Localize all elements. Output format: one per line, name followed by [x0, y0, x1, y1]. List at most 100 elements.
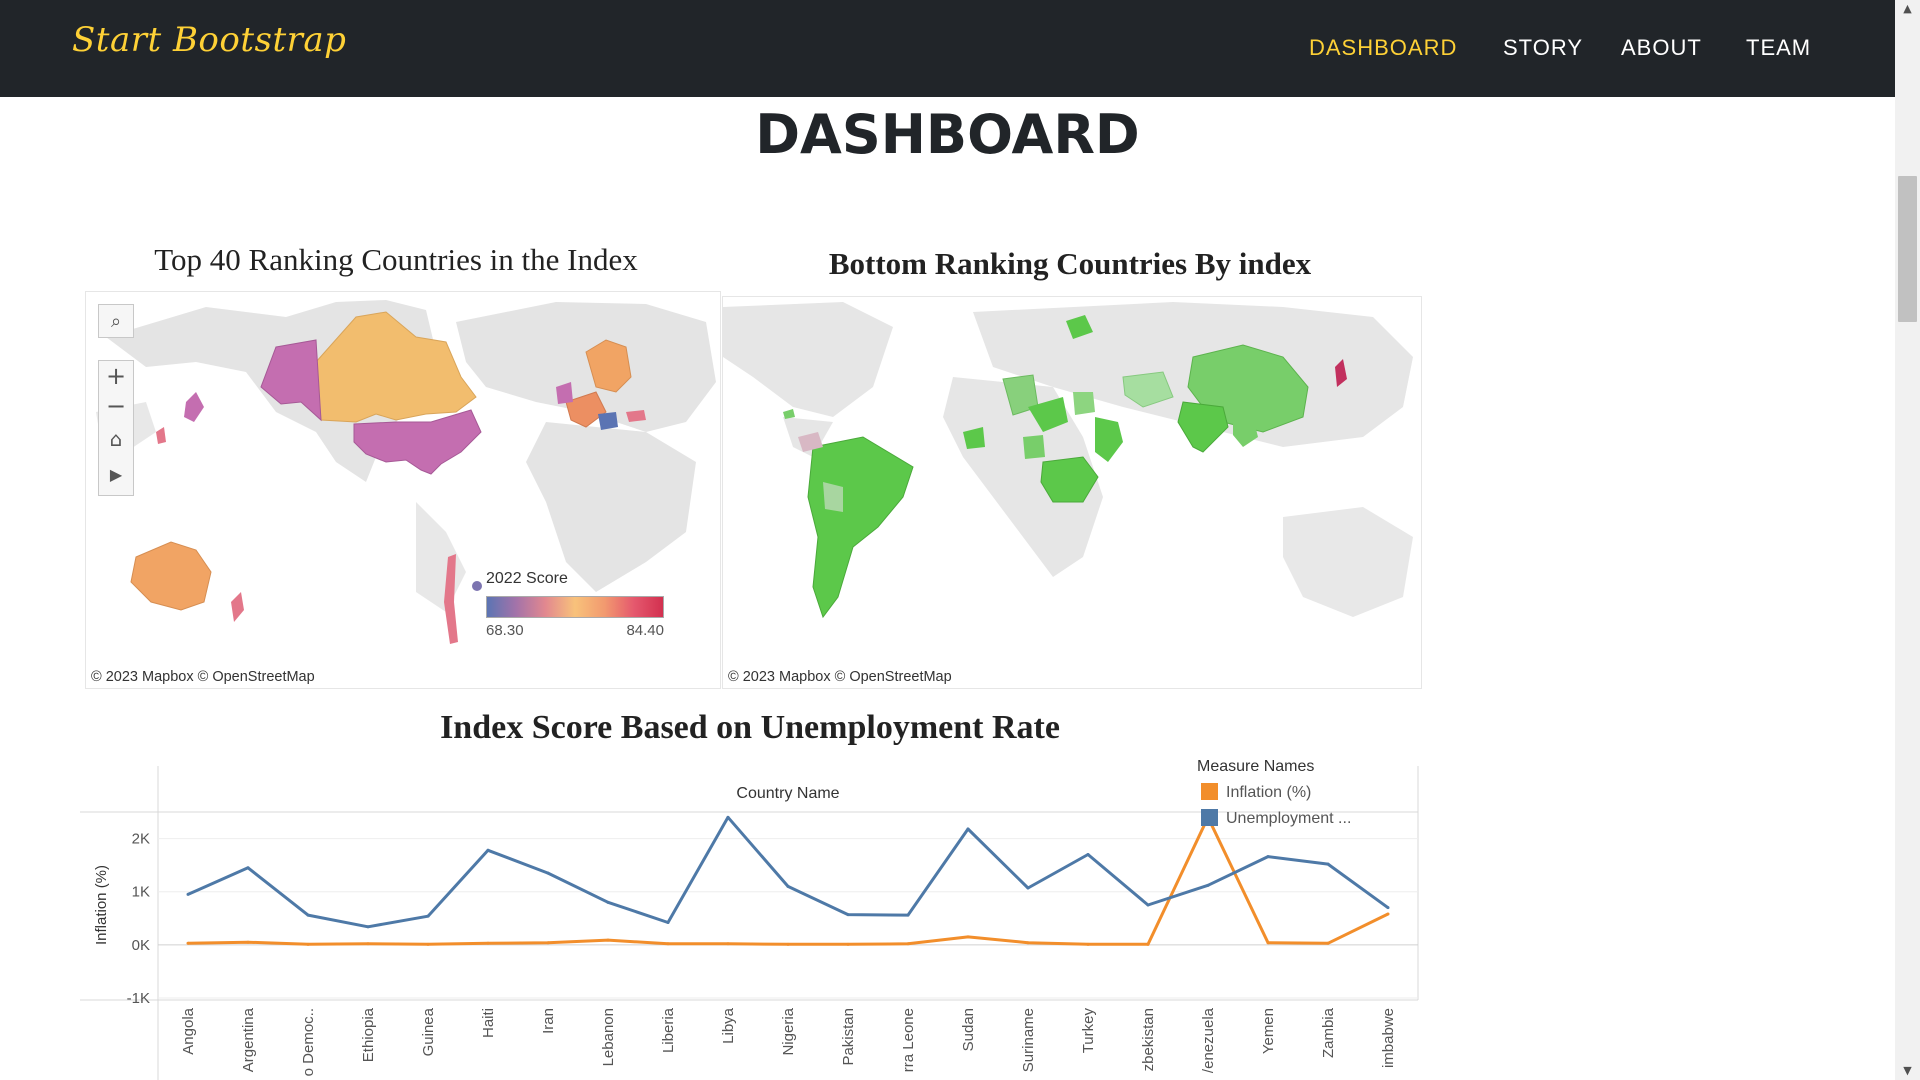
data-point [606, 938, 610, 942]
data-point [966, 935, 970, 939]
x-tick-label: Nigeria [780, 1007, 797, 1055]
data-point [246, 940, 250, 944]
legend-min: 68.30 [486, 622, 524, 639]
x-tick-label: Guinea [420, 1007, 437, 1056]
data-point [906, 942, 910, 946]
y-tick-label: -1K [127, 990, 150, 1007]
data-point [1146, 942, 1150, 946]
x-tick-label: Lebanon [600, 1008, 617, 1066]
x-tick-label: Yemen [1260, 1008, 1277, 1054]
legend-gradient [486, 596, 664, 618]
x-tick-label: Haiti [480, 1008, 497, 1038]
nav-link-dashboard[interactable]: DASHBOARD [1309, 35, 1457, 61]
x-tick-label: Argentina [240, 1007, 257, 1072]
data-point [306, 913, 310, 917]
x-tick-label: Turkey [1080, 1008, 1097, 1054]
data-point [546, 871, 550, 875]
series-line [187, 815, 1389, 946]
legend-label: Inflation (%) [1226, 784, 1312, 801]
data-point [426, 942, 430, 946]
data-point [426, 914, 430, 918]
scroll-down-icon[interactable]: ▼ [1895, 1062, 1920, 1080]
data-point [486, 941, 490, 945]
chart-legend: Measure Names Inflation (%) Unemployment… [1197, 758, 1351, 828]
data-point [366, 925, 370, 929]
legend-swatch [1201, 783, 1218, 800]
scroll-up-icon[interactable]: ▲ [1895, 0, 1920, 18]
data-point [1326, 862, 1330, 866]
scrollbar-thumb[interactable] [1898, 176, 1917, 322]
map-attribution[interactable]: © 2023 Mapbox © OpenStreetMap [91, 669, 315, 685]
nav-link-story[interactable]: STORY [1503, 35, 1583, 61]
y-tick-label: 1K [132, 884, 150, 901]
legend-item-unemployment[interactable]: Unemployment ... [1201, 809, 1351, 828]
data-point [1266, 941, 1270, 945]
data-point [1326, 941, 1330, 945]
chart-legend-title: Measure Names [1197, 758, 1315, 775]
navbar: Start Bootstrap DASHBOARD STORY ABOUT TE… [0, 0, 1895, 97]
data-point [966, 827, 970, 831]
legend-max: 84.40 [626, 622, 664, 639]
x-tick-label: zbekistan [1140, 1008, 1157, 1071]
x-tick-label: Suriname [1020, 1008, 1037, 1072]
data-point [366, 942, 370, 946]
data-point [186, 892, 190, 896]
minus-icon[interactable]: − [99, 391, 133, 421]
data-point [1026, 886, 1030, 890]
nav-link-team[interactable]: TEAM [1746, 35, 1811, 61]
y-tick-label: 0K [132, 937, 150, 954]
home-icon[interactable]: ⌂ [99, 421, 133, 457]
x-tick-label: Sudan [960, 1008, 977, 1051]
search-icon[interactable]: ⌕ [98, 304, 134, 338]
brand-logo[interactable]: Start Bootstrap [72, 20, 346, 60]
score-legend: 2022 Score 68.30 84.40 [486, 570, 664, 642]
legend-range: 68.30 84.40 [486, 622, 664, 642]
legend-item-inflation[interactable]: Inflation (%) [1201, 783, 1351, 802]
top-ranking-map[interactable]: ⌕ + − ⌂ ▶ 2022 Score 68.30 84.40 © 2023 … [85, 291, 721, 689]
legend-title: 2022 Score [486, 570, 568, 587]
map-attribution[interactable]: © 2023 Mapbox © OpenStreetMap [728, 669, 952, 685]
scrollbar[interactable] [1895, 0, 1920, 1080]
data-point [1266, 855, 1270, 859]
data-point [546, 941, 550, 945]
data-point [1026, 941, 1030, 945]
x-tick-label: Angola [180, 1007, 197, 1054]
data-point [186, 941, 190, 945]
data-point [906, 913, 910, 917]
data-point [1386, 912, 1390, 916]
top-map-title: Top 40 Ranking Countries in the Index [154, 242, 638, 277]
bottom-map-title: Bottom Ranking Countries By index [828, 246, 1312, 281]
legend-swatch [1201, 809, 1218, 826]
y-axis-label: Inflation (%) [93, 865, 110, 945]
bottom-ranking-map[interactable]: © 2023 Mapbox © OpenStreetMap [722, 296, 1422, 689]
data-point [786, 884, 790, 888]
data-point [1386, 906, 1390, 910]
data-point [786, 942, 790, 946]
x-tick-label: Zambia [1320, 1007, 1337, 1058]
data-point [726, 815, 730, 819]
data-point [1206, 883, 1210, 887]
data-point [846, 942, 850, 946]
x-tick-label: Liberia [660, 1007, 677, 1053]
data-point [1086, 942, 1090, 946]
data-point [846, 913, 850, 917]
y-tick-label: 2K [132, 831, 150, 848]
data-point [606, 900, 610, 904]
plus-icon[interactable]: + [99, 361, 133, 391]
data-point [246, 866, 250, 870]
chart-header-label: Country Name [736, 785, 839, 802]
data-point [666, 942, 670, 946]
data-point [726, 942, 730, 946]
x-tick-label: Iran [540, 1008, 557, 1034]
page-title: DASHBOARD [755, 103, 1140, 166]
x-tick-label: rra Leone [900, 1008, 917, 1072]
nav-link-about[interactable]: ABOUT [1621, 35, 1702, 61]
x-tick-label: Libya [720, 1007, 737, 1044]
data-point [1086, 853, 1090, 857]
series-line [187, 815, 1389, 929]
x-tick-label: Ethiopia [360, 1007, 377, 1062]
play-icon[interactable]: ▶ [99, 457, 133, 493]
zoom-controls: + − ⌂ ▶ [98, 360, 134, 496]
data-point [666, 921, 670, 925]
legend-label: Unemployment ... [1226, 810, 1352, 827]
